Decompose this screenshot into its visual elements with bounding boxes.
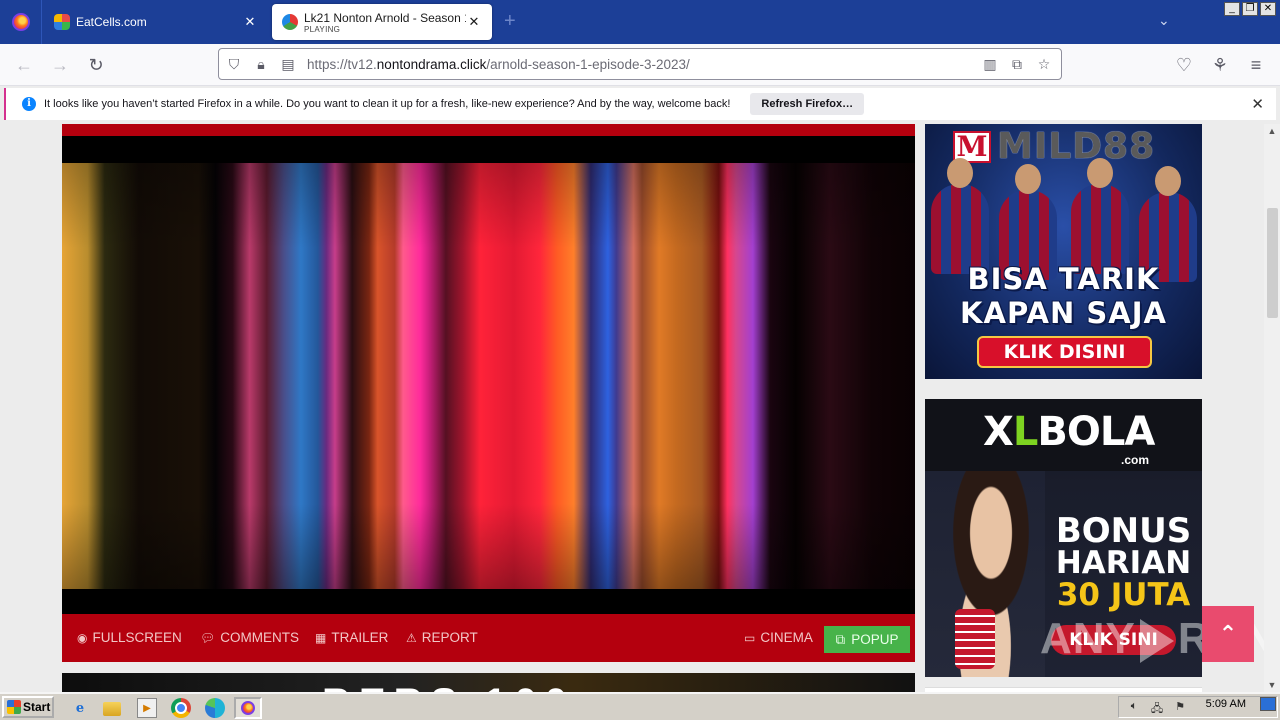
back-arrow-icon[interactable]: ← [12, 53, 36, 77]
new-tab-button[interactable]: + [504, 10, 516, 33]
scrollbar-thumb[interactable] [1267, 208, 1278, 318]
report-button[interactable]: ⚠ REPORT [406, 630, 478, 645]
window-controls: _ ❐ ✕ [1224, 2, 1276, 16]
firefox-logo-icon [11, 13, 30, 31]
chevron-up-icon: ⌃ [1218, 621, 1238, 646]
banner-text: BERS 100 [322, 681, 575, 692]
firefox-icon [241, 701, 255, 715]
close-tab-icon[interactable]: ✕ [242, 14, 258, 30]
popup-icon: ⧉ [835, 631, 846, 647]
scroll-up-icon[interactable]: ▲ [1264, 124, 1280, 138]
internet-explorer-icon[interactable]: e [70, 698, 90, 718]
fullscreen-button[interactable]: ◉ FULLSCREEN [77, 630, 182, 645]
xlbola-logo: XLBOLA [983, 409, 1155, 455]
comments-button[interactable]: 💬︎ COMMENTS [200, 630, 299, 645]
notification-bar: i It looks like you haven’t started Fire… [4, 88, 1276, 120]
firefox-view-button[interactable] [0, 0, 42, 44]
page-info-icon[interactable]: ▤ [279, 55, 297, 73]
warning-icon: ⚠ [406, 630, 417, 645]
bottom-ad-banner[interactable]: BERS 100 [62, 673, 915, 692]
shield-icon[interactable]: ⛉ [225, 55, 243, 73]
windows-logo-icon [7, 700, 21, 714]
reload-icon[interactable]: ↻ [84, 53, 108, 77]
play-icon [1139, 619, 1174, 664]
trailer-button[interactable]: ▦ TRAILER [315, 630, 388, 645]
tab-title: Lk21 Nonton Arnold - Season 1 Episode 3 [304, 10, 466, 25]
video-frame[interactable] [62, 163, 915, 589]
system-tray: 🔈︎ 🖧 ⚑ [1118, 696, 1278, 718]
monitor-icon: ▭ [744, 630, 756, 645]
refresh-firefox-button[interactable]: Refresh Firefox… [750, 93, 865, 115]
reader-view-icon[interactable]: ▥ [981, 55, 999, 73]
action-center-flag-icon[interactable]: ⚑ [1172, 700, 1188, 714]
footballer-image [931, 158, 989, 274]
bookmark-star-icon[interactable]: ☆ [1035, 55, 1053, 73]
network-icon[interactable]: 🖧 [1149, 700, 1165, 715]
file-explorer-icon[interactable] [103, 702, 121, 716]
page-scrollbar[interactable]: ▲ ▼ [1264, 124, 1280, 692]
close-notification-icon[interactable]: ✕ [1251, 95, 1264, 113]
minimize-icon[interactable]: _ [1224, 2, 1240, 16]
close-tab-icon[interactable]: ✕ [466, 14, 482, 30]
lk21-favicon-icon [282, 14, 298, 30]
media-player-icon[interactable]: ▶ [137, 698, 157, 718]
xlbola-logo-suffix: .com [1121, 453, 1150, 467]
tab-title: EatCells.com [76, 15, 147, 29]
page-content: ◉ FULLSCREEN 💬︎ COMMENTS ▦ TRAILER ⚠ REPORT … [0, 124, 1264, 692]
forward-arrow-icon[interactable]: → [48, 53, 72, 77]
ad-headline: KAPAN SAJA [960, 296, 1167, 330]
address-bar[interactable]: ⛉ 🔒︎ ▤ https://tv12.nontondrama.click/ar… [218, 48, 1062, 80]
video-player[interactable] [62, 136, 915, 614]
url-text[interactable]: https://tv12.nontondrama.click/arnold-se… [307, 57, 690, 72]
tab-strip: EatCells.com ✕ Lk21 Nonton Arnold - Seas… [0, 0, 1280, 44]
start-button[interactable]: Start [2, 696, 54, 718]
edge-icon[interactable] [205, 698, 225, 718]
volume-icon[interactable]: 🔈︎ [1126, 700, 1142, 714]
navigation-toolbar: ← → ↻ ⛉ 🔒︎ ▤ https://tv12.nontondrama.cl… [0, 44, 1280, 86]
player-header-strip [62, 124, 915, 136]
notification-message: It looks like you haven’t started Firefo… [44, 98, 731, 110]
popup-button[interactable]: ⧉ POPUP [824, 626, 910, 653]
footballer-image [1071, 158, 1129, 274]
chrome-icon[interactable] [171, 698, 191, 718]
eatcells-favicon-icon [54, 14, 70, 30]
hamburger-menu-icon[interactable]: ≡ [1244, 53, 1268, 77]
comment-icon: 💬︎ [200, 630, 216, 645]
ad-headline: HARIAN [1055, 545, 1192, 581]
ad-headline: BISA TARIK [967, 262, 1160, 296]
ad-headline: 30 JUTA [1056, 577, 1191, 613]
pocket-icon[interactable]: ♡ [1172, 53, 1196, 77]
taskbar-clock[interactable]: 5:09 AM [1206, 698, 1246, 710]
scroll-down-icon[interactable]: ▼ [1264, 678, 1280, 692]
windows-taskbar: Start e ▶ 🔈︎ 🖧 ⚑ 5:09 AM [0, 692, 1280, 720]
tab-eatcells[interactable]: EatCells.com ✕ [44, 4, 268, 40]
tab-playing-label: PLAYING [304, 24, 341, 34]
lock-icon[interactable]: 🔒︎ [252, 55, 270, 73]
ad-mild88[interactable]: M MILD88 BISA TARIK KAPAN SAJA KLIK DISI… [925, 124, 1202, 379]
player-controls-bar: ◉ FULLSCREEN 💬︎ COMMENTS ▦ TRAILER ⚠ REPORT … [62, 614, 915, 662]
show-desktop-icon[interactable] [1260, 697, 1276, 711]
scroll-to-top-button[interactable]: ⌃ [1202, 606, 1254, 662]
extensions-icon[interactable]: ⚘ [1208, 53, 1232, 77]
mild88-logo: M MILD88 [953, 126, 1155, 167]
casino-chips-image [955, 609, 995, 669]
picture-in-picture-icon[interactable]: ⧉ [1008, 55, 1026, 73]
firefox-taskbar-button[interactable] [234, 697, 262, 719]
list-all-tabs-icon[interactable]: ⌄ [1158, 12, 1170, 29]
ad-cta-button[interactable]: KLIK DISINI [977, 336, 1152, 368]
close-window-icon[interactable]: ✕ [1260, 2, 1276, 16]
film-icon: ▦ [315, 630, 327, 645]
tab-lk21[interactable]: Lk21 Nonton Arnold - Season 1 Episode 3 … [272, 4, 492, 40]
info-icon: i [22, 97, 36, 111]
cinema-button[interactable]: ▭ CINEMA [744, 630, 813, 645]
restore-icon[interactable]: ❐ [1242, 2, 1258, 16]
eye-icon: ◉ [77, 630, 88, 645]
